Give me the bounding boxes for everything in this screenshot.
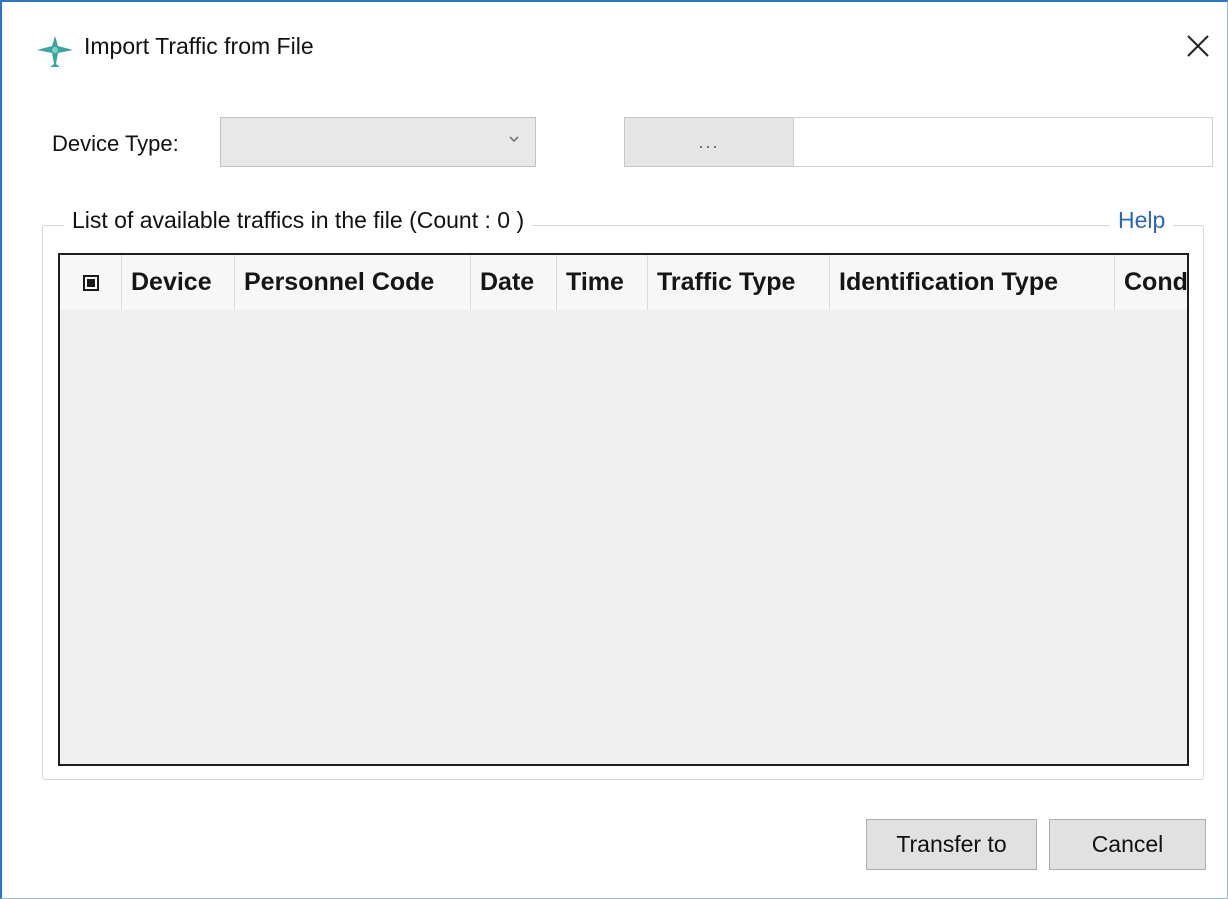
dialog-window: Import Traffic from File Device Type: ..… (0, 0, 1228, 899)
title-bar: Import Traffic from File (2, 2, 1227, 94)
column-header-personnel-code[interactable]: Personnel Code (235, 255, 471, 310)
grid-body (60, 310, 1187, 764)
select-all-checkbox[interactable] (82, 274, 99, 291)
transfer-to-button[interactable]: Transfer to (866, 819, 1037, 870)
column-header-time[interactable]: Time (557, 255, 648, 310)
window-title: Import Traffic from File (84, 33, 314, 59)
device-type-label: Device Type: (52, 131, 179, 156)
help-link[interactable]: Help (1110, 207, 1174, 234)
traffic-list-title: List of available traffics in the file (… (64, 207, 533, 234)
traffic-grid[interactable]: Device Personnel Code Date Time Traffic … (58, 253, 1189, 766)
browse-button[interactable]: ... (624, 117, 794, 167)
cancel-button[interactable]: Cancel (1049, 819, 1206, 870)
column-header-date[interactable]: Date (471, 255, 557, 310)
plane-icon (37, 36, 73, 67)
device-type-select[interactable] (220, 117, 536, 167)
chevron-down-icon (509, 136, 519, 143)
select-all-cell[interactable] (60, 255, 122, 310)
column-header-identification-type[interactable]: Identification Type (830, 255, 1115, 310)
close-icon (1187, 35, 1209, 57)
file-path-input[interactable] (793, 117, 1213, 167)
close-button[interactable] (1177, 24, 1219, 68)
column-header-traffic-type[interactable]: Traffic Type (648, 255, 830, 310)
column-header-device[interactable]: Device (122, 255, 235, 310)
column-header-cond[interactable]: Cond (1115, 255, 1187, 310)
grid-header-row: Device Personnel Code Date Time Traffic … (60, 255, 1187, 311)
